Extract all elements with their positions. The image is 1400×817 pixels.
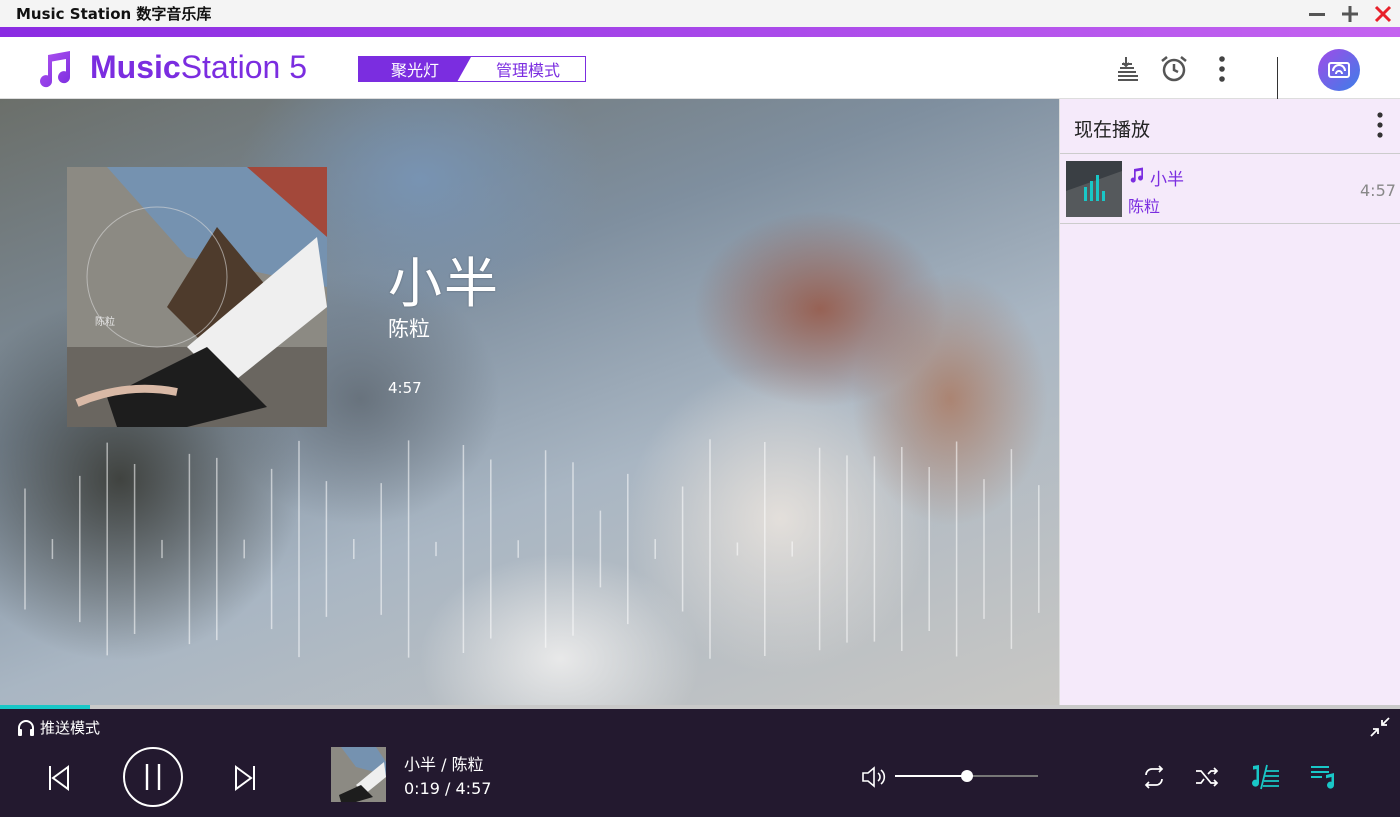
window-title: Music Station 数字音乐库 (16, 5, 212, 23)
track-name: 小半 (1150, 170, 1184, 190)
track-thumbnail (1066, 161, 1122, 217)
cast-device-button[interactable] (1318, 49, 1360, 91)
song-title: 小半 (388, 252, 500, 315)
song-artist: 陈粒 (388, 317, 430, 341)
track-duration: 4:57 (1360, 181, 1396, 200)
music-note-logo-icon (40, 51, 71, 88)
now-playing-title: 现在播放 (1074, 119, 1151, 141)
next-track-icon[interactable] (231, 763, 259, 793)
song-duration: 4:57 (388, 379, 422, 397)
shuffle-icon[interactable] (1193, 763, 1221, 791)
accent-bar (0, 27, 1400, 37)
app-header: MusicStation 5 聚光灯 管理模式 (0, 37, 1400, 99)
volume-slider-knob[interactable] (960, 770, 973, 782)
playlist-icon[interactable] (1308, 761, 1338, 793)
track-artist: 陈粒 (1128, 197, 1161, 216)
close-icon (1374, 5, 1392, 22)
audio-visualizer (24, 439, 1040, 659)
close-button[interactable] (1368, 0, 1398, 27)
minimize-button[interactable] (1302, 0, 1332, 27)
mode-switch: 聚光灯 管理模式 (358, 56, 586, 82)
pause-icon[interactable] (122, 746, 184, 808)
maximize-icon (1342, 5, 1358, 22)
headphones-icon (18, 719, 34, 736)
mini-album-image (331, 747, 386, 802)
previous-track-icon[interactable] (45, 763, 73, 793)
equalizer-playing-icon (1066, 161, 1122, 217)
volume-slider-fill (895, 775, 967, 777)
now-playing-panel: 现在播放 小半 陈粒 4:57 (1059, 99, 1400, 705)
mini-track-label: 小半 / 陈粒 (404, 755, 484, 774)
logo-bold: Music (90, 49, 181, 85)
now-playing-header: 现在播放 (1060, 99, 1400, 154)
stack-queue-icon[interactable] (1112, 54, 1142, 84)
push-mode-button[interactable]: 推送模式 (16, 717, 100, 738)
maximize-button[interactable] (1335, 0, 1365, 27)
collapse-icon[interactable] (1368, 715, 1392, 739)
header-separator (1277, 57, 1278, 99)
window-titlebar: Music Station 数字音乐库 (0, 0, 1400, 27)
minimize-icon (1309, 12, 1325, 16)
player-bar: 推送模式 小半 / 陈粒 0:19 / 4:57 (0, 709, 1400, 817)
music-note-icon (1130, 167, 1144, 183)
logo-rest: Station 5 (180, 49, 307, 85)
album-art: 陈粒 (67, 167, 327, 427)
repeat-icon[interactable] (1140, 763, 1168, 791)
mini-album-art[interactable] (331, 747, 386, 802)
more-vertical-icon[interactable] (1207, 54, 1237, 84)
lyrics-icon[interactable] (1247, 761, 1283, 793)
album-cover-image: 陈粒 (67, 167, 327, 427)
more-vertical-icon[interactable] (1370, 111, 1390, 141)
spotlight-stage: 陈粒 小半 陈粒 4:57 (0, 99, 1059, 705)
app-logo-text: MusicStation 5 (90, 49, 307, 86)
push-mode-label: 推送模式 (40, 719, 101, 737)
svg-text:陈粒: 陈粒 (95, 315, 115, 328)
volume-slider[interactable] (895, 770, 1038, 782)
list-item[interactable]: 小半 陈粒 4:57 (1060, 155, 1400, 224)
mini-time-label: 0:19 / 4:57 (404, 779, 492, 798)
cast-icon (1328, 62, 1350, 78)
volume-icon[interactable] (860, 765, 888, 789)
alarm-clock-icon[interactable] (1159, 54, 1189, 84)
tab-manage-mode[interactable]: 管理模式 (469, 57, 587, 81)
tab-spotlight[interactable]: 聚光灯 (359, 57, 471, 81)
